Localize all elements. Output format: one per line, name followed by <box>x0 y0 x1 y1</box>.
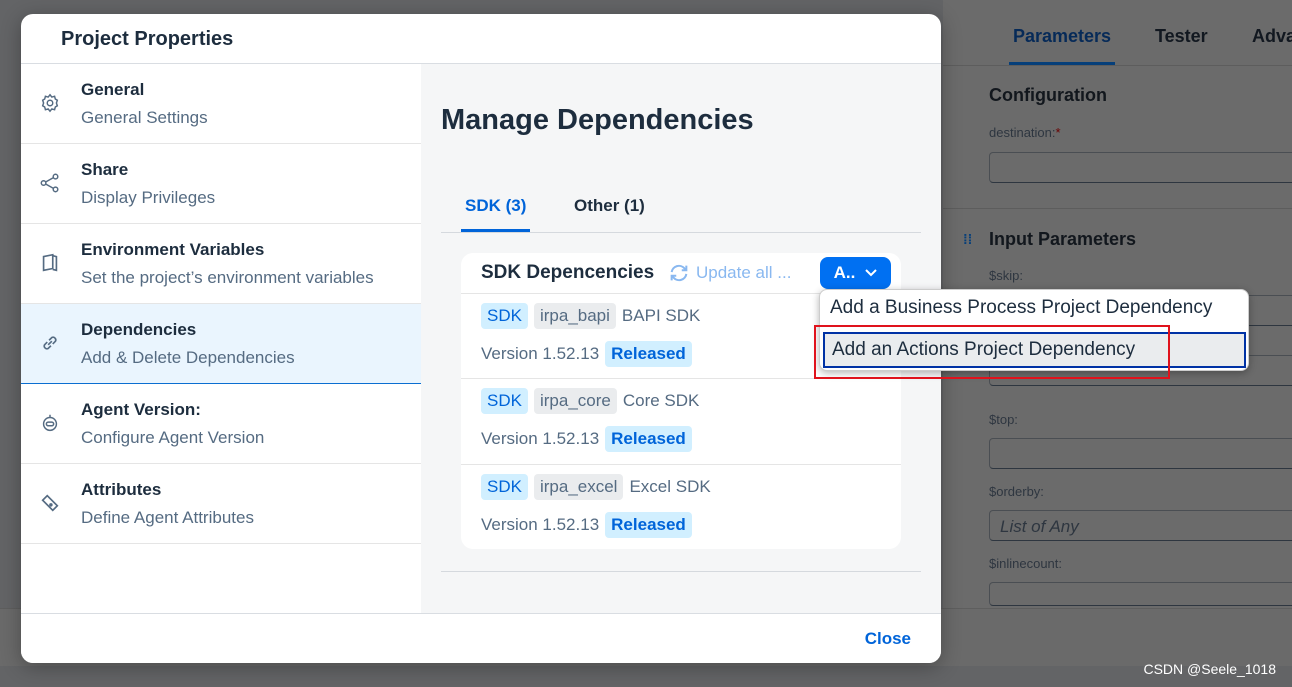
status-badge: Released <box>605 512 692 538</box>
robot-icon <box>42 414 58 432</box>
nav-subtitle: Configure Agent Version <box>81 428 265 447</box>
divider <box>943 208 1292 209</box>
nav-item-agent-version[interactable]: Agent Version: Configure Agent Version <box>21 384 421 464</box>
nav-title: Environment Variables <box>81 240 265 259</box>
divider <box>441 232 921 233</box>
chevron-down-icon <box>865 269 878 277</box>
refresh-icon <box>670 264 688 282</box>
type-badge: SDK <box>481 303 528 329</box>
nav-item-share[interactable]: Share Display Privileges <box>21 144 421 224</box>
destination-label: destination:* <box>989 125 1061 140</box>
dialog-title: Project Properties <box>61 28 234 50</box>
link-icon <box>43 336 57 350</box>
nav-title: Attributes <box>81 480 162 499</box>
skip-label: $skip: <box>989 268 1023 283</box>
panel-tabbar: Parameters Tester Adva <box>943 0 1292 66</box>
status-badge: Released <box>605 341 692 367</box>
dependency-name: Core SDK <box>622 391 700 410</box>
project-properties-dialog: Project Properties General General Setti… <box>21 14 941 663</box>
nav-item-dependencies[interactable]: Dependencies Add & Delete Dependencies <box>21 304 421 384</box>
id-badge: irpa_excel <box>533 474 624 500</box>
page-title: Manage Dependencies <box>441 104 754 136</box>
id-badge: irpa_core <box>533 388 617 414</box>
gear-icon <box>41 93 59 113</box>
nav-subtitle: General Settings <box>81 108 208 127</box>
watermark: CSDN @Seele_1018 <box>1143 661 1276 677</box>
highlight-annotation <box>814 325 1170 379</box>
nav-subtitle: Define Agent Attributes <box>81 508 254 527</box>
nav-subtitle: Set the project’s environment variables <box>81 268 374 287</box>
input-parameters-title: Input Parameters <box>989 229 1137 249</box>
tab-sdk[interactable]: SDK (3) <box>460 196 531 232</box>
divider <box>441 571 921 572</box>
tab-other[interactable]: Other (1) <box>574 196 645 216</box>
dependency-name: Excel SDK <box>629 477 711 496</box>
nav-title: Dependencies <box>81 320 197 339</box>
nav-title: General <box>81 80 145 99</box>
copy-icon <box>42 253 58 272</box>
dialog-footer: Close <box>21 613 941 663</box>
nav-title: Share <box>81 160 129 179</box>
top-label: $top: <box>989 412 1018 427</box>
nav-item-general[interactable]: General General Settings <box>21 64 421 144</box>
dependency-name: BAPI SDK <box>621 306 701 325</box>
nav-item-attributes[interactable]: Attributes Define Agent Attributes <box>21 464 421 544</box>
nav-subtitle: Display Privileges <box>81 188 216 207</box>
status-badge: Released <box>605 426 692 452</box>
version: Version 1.52.13 <box>481 344 600 363</box>
card-title: SDK Depencencies <box>481 262 655 283</box>
add-button-label: A.. <box>833 263 856 282</box>
type-badge: SDK <box>481 388 528 414</box>
orderby-input[interactable]: List of Any <box>989 510 1292 541</box>
menu-item-add-business-process[interactable]: Add a Business Process Project Dependenc… <box>820 290 1248 328</box>
destination-input[interactable] <box>989 152 1292 183</box>
id-badge: irpa_bapi <box>533 303 616 329</box>
update-all-button[interactable]: Update all ... <box>668 262 791 284</box>
configuration-title: Configuration <box>989 85 1107 105</box>
tag-icon <box>41 494 59 512</box>
inlinecount-label: $inlinecount: <box>989 556 1062 571</box>
dependency-row[interactable]: SDK irpa_excel Excel SDK Version 1.52.13 Re… <box>461 464 901 550</box>
inlinecount-input[interactable] <box>989 582 1292 606</box>
tab-advanced[interactable]: Adva <box>1252 26 1292 47</box>
tab-parameters[interactable]: Parameters <box>1008 26 1116 65</box>
tab-tester[interactable]: Tester <box>1155 26 1208 47</box>
update-all-label: Update all ... <box>696 263 792 282</box>
top-input[interactable] <box>989 438 1292 469</box>
nav-item-environment-variables[interactable]: Environment Variables Set the project’s … <box>21 224 421 304</box>
orderby-label: $orderby: <box>989 484 1044 499</box>
close-button[interactable]: Close <box>865 629 911 649</box>
version: Version 1.52.13 <box>481 515 600 534</box>
dependency-row[interactable]: SDK irpa_core Core SDK Version 1.52.13 Rele… <box>461 378 901 464</box>
nav-subtitle: Add & Delete Dependencies <box>81 348 295 367</box>
share-icon <box>40 173 59 193</box>
version: Version 1.52.13 <box>481 429 600 448</box>
type-badge: SDK <box>481 474 528 500</box>
nav-title: Agent Version: <box>81 400 201 419</box>
drag-handle-icon[interactable]: ⁞⁞ <box>963 231 972 247</box>
add-dependency-button[interactable]: A.. <box>820 257 891 289</box>
